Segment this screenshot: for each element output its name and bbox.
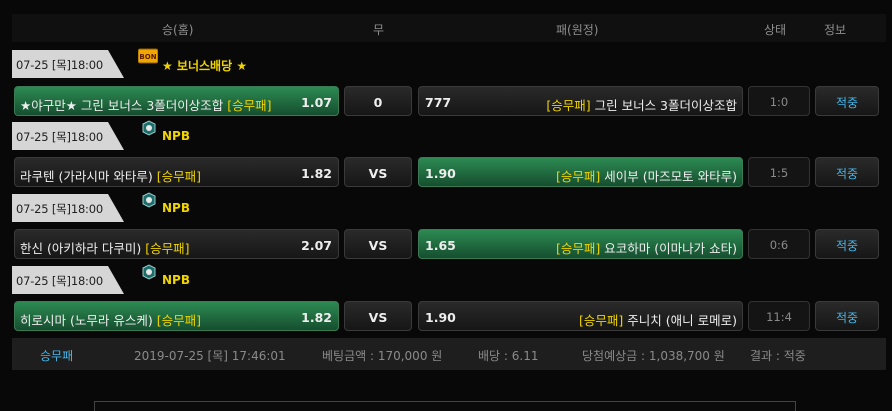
home-odds-button[interactable]: 한신 (아키하라 다쿠미) [승무패] 2.07 xyxy=(14,229,339,259)
result-button[interactable]: 적중 xyxy=(815,86,879,116)
away-odds-button[interactable]: 1.65 [승무패] 요코하마 (이마나가 쇼타) xyxy=(418,229,743,259)
away-team-name: 그린 보너스 3폴더이상조합 xyxy=(590,98,737,113)
away-team-name: 요코하마 (이마나가 쇼타) xyxy=(600,241,737,256)
draw-odds: VS xyxy=(368,310,388,325)
away-odds-button[interactable]: 1.90 [승무패] 세이부 (마즈모토 와타루) xyxy=(418,157,743,187)
draw-odds: 0 xyxy=(373,95,383,110)
result-button[interactable]: 적중 xyxy=(815,157,879,187)
game-score: 11:4 xyxy=(748,301,810,331)
home-odds-button[interactable]: 히로시마 (노무라 유스케) [승무패] 1.82 xyxy=(14,301,339,331)
header-status: 상태 xyxy=(764,23,787,37)
league-name: NPB xyxy=(162,273,190,287)
game-date: 07-25 [목]18:00 xyxy=(16,58,103,72)
game-score: 1:0 xyxy=(748,86,810,116)
bet-result: 결과 : 적중 xyxy=(750,349,806,363)
draw-odds: VS xyxy=(368,166,388,181)
bet-summary-bar: 승무패 2019-07-25 [목] 17:46:01 베팅금액 : 170,0… xyxy=(12,338,886,370)
japan-baseball-icon xyxy=(140,264,158,280)
home-odds-button[interactable]: ★야구만★ 그린 보너스 3폴더이상조합 [승무패] 1.07 xyxy=(14,86,339,116)
home-odds: 1.82 xyxy=(301,166,332,181)
bet-type-tag: [승무패] xyxy=(227,98,272,113)
away-team-name: 주니치 (애니 로메로) xyxy=(623,313,737,328)
away-odds: 1.90 xyxy=(425,310,456,325)
game-date-label: 07-25 [목]18:00 xyxy=(12,194,124,222)
league-name: NPB xyxy=(162,129,190,143)
game-date: 07-25 [목]18:00 xyxy=(16,202,103,216)
bet-type-tag: [승무패] xyxy=(556,169,601,184)
bet-type-tag: [승무패] xyxy=(156,169,201,184)
header-home: 승(홈) xyxy=(162,23,194,37)
away-odds: 1.65 xyxy=(425,238,456,253)
bet-type-tag: [승무패] xyxy=(579,313,624,328)
game-date-label: 07-25 [목]18:00 xyxy=(12,266,124,294)
game-score: 0:6 xyxy=(748,229,810,259)
header-away: 패(원정) xyxy=(556,23,599,37)
svg-text:BON: BON xyxy=(139,53,156,61)
draw-odds-button[interactable]: VS xyxy=(344,301,412,331)
game-date-label: 07-25 [목]18:00 xyxy=(12,50,124,78)
away-odds: 1.90 xyxy=(425,166,456,181)
draw-odds: VS xyxy=(368,238,388,253)
bet-datetime: 2019-07-25 [목] 17:46:01 xyxy=(134,349,286,363)
result-button[interactable]: 적중 xyxy=(815,301,879,331)
game-score: 1:5 xyxy=(748,157,810,187)
away-odds-button[interactable]: 1.90 [승무패] 주니치 (애니 로메로) xyxy=(418,301,743,331)
header-info: 정보 xyxy=(824,23,847,37)
game-date: 07-25 [목]18:00 xyxy=(16,130,103,144)
japan-baseball-icon xyxy=(140,192,158,208)
draw-odds-button[interactable]: VS xyxy=(344,157,412,187)
home-team-name: 한신 (아키하라 다쿠미) xyxy=(20,241,146,256)
next-panel xyxy=(94,401,796,411)
bonus-icon: BON xyxy=(137,48,159,64)
japan-baseball-icon xyxy=(140,120,158,136)
league-name: ★ 보너스배당 ★ xyxy=(162,59,248,73)
game-date-label: 07-25 [목]18:00 xyxy=(12,122,124,150)
bet-type: 승무패 xyxy=(40,349,74,363)
bet-table-header: 승(홈) 무 패(원정) 상태 정보 xyxy=(12,14,886,42)
result-button[interactable]: 적중 xyxy=(815,229,879,259)
home-odds: 2.07 xyxy=(301,238,332,253)
draw-odds-button[interactable]: 0 xyxy=(344,86,412,116)
bet-type-tag: [승무패] xyxy=(546,98,591,113)
total-odds: 배당 : 6.11 xyxy=(478,349,539,363)
home-odds-button[interactable]: 라쿠텐 (가라시마 와타루) [승무패] 1.82 xyxy=(14,157,339,187)
away-odds: 777 xyxy=(425,95,452,110)
expected-win: 당첨예상금 : 1,038,700 원 xyxy=(582,349,725,363)
home-odds: 1.82 xyxy=(301,310,332,325)
home-odds: 1.07 xyxy=(301,95,332,110)
bet-type-tag: [승무패] xyxy=(556,241,601,256)
bet-amount: 베팅금액 : 170,000 원 xyxy=(322,349,443,363)
home-team-name: ★야구만★ 그린 보너스 3폴더이상조합 xyxy=(20,98,228,113)
away-odds-button[interactable]: 777 [승무패] 그린 보너스 3폴더이상조합 xyxy=(418,86,743,116)
home-team-name: 라쿠텐 (가라시마 와타루) xyxy=(20,169,157,184)
bet-type-tag: [승무패] xyxy=(145,241,190,256)
game-date: 07-25 [목]18:00 xyxy=(16,274,103,288)
header-draw: 무 xyxy=(373,23,385,37)
home-team-name: 히로시마 (노무라 유스케) xyxy=(20,313,157,328)
draw-odds-button[interactable]: VS xyxy=(344,229,412,259)
away-team-name: 세이부 (마즈모토 와타루) xyxy=(600,169,737,184)
league-name: NPB xyxy=(162,201,190,215)
bet-type-tag: [승무패] xyxy=(156,313,201,328)
